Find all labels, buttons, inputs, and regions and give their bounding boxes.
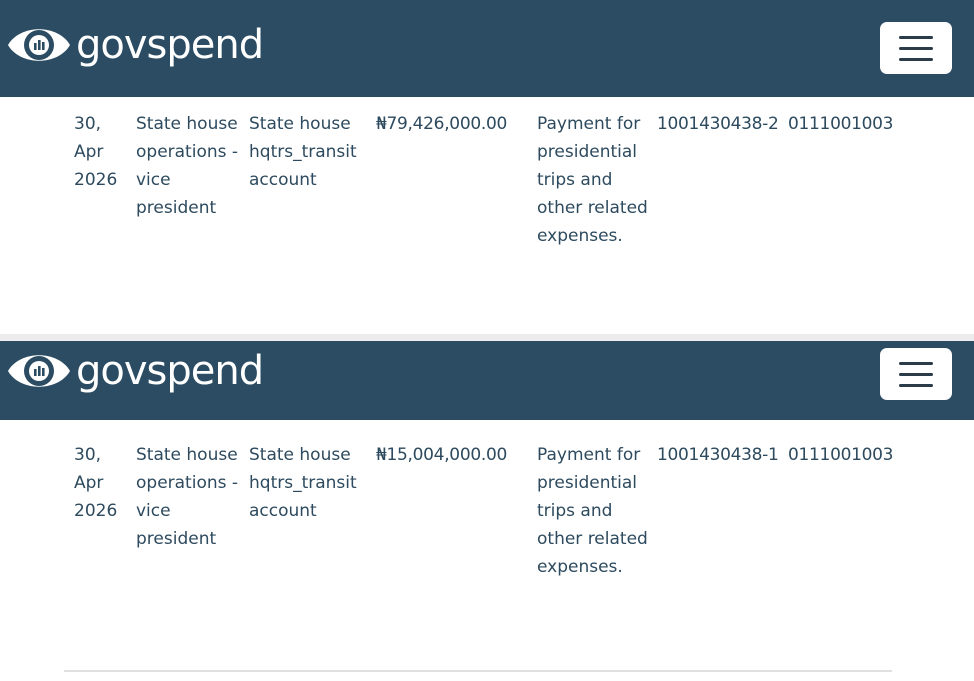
- code-cell: 0111001003: [788, 114, 894, 134]
- brand-logo[interactable]: govspend: [6, 346, 264, 396]
- date-cell: 30, Apr 2026: [74, 445, 118, 521]
- hamburger-menu-icon-line: [899, 46, 933, 50]
- divider: [64, 670, 892, 672]
- organization-cell: State house operations - vice president: [136, 445, 239, 549]
- amount-cell: ₦79,426,000.00: [376, 114, 507, 134]
- brand-logo[interactable]: govspend: [6, 20, 264, 70]
- hamburger-menu-icon: [899, 35, 933, 39]
- date-cell: 30, Apr 2026: [74, 114, 118, 190]
- screenshot-panel-1: govspend 30, Apr 2026 State house operat…: [0, 0, 974, 334]
- code-cell: 0111001003: [788, 445, 894, 465]
- screenshot-panel-2: govspend 30, Apr 2026 State house operat…: [0, 341, 974, 681]
- navbar: govspend: [0, 341, 974, 420]
- hamburger-menu-icon-line: [899, 372, 933, 376]
- account-cell: State house hqtrs_transit account: [249, 445, 357, 521]
- description-cell: Payment for presidential trips and other…: [537, 114, 648, 246]
- brand-name: govspend: [76, 348, 264, 394]
- hamburger-menu-button[interactable]: [880, 348, 952, 400]
- account-cell: State house hqtrs_transit account: [249, 114, 357, 190]
- description-cell: Payment for presidential trips and other…: [537, 445, 648, 577]
- hamburger-menu-icon-line: [899, 57, 933, 61]
- brand-name: govspend: [76, 22, 264, 68]
- hamburger-menu-icon: [899, 361, 933, 365]
- eye-chart-icon: [8, 355, 70, 387]
- navbar: govspend: [0, 0, 974, 97]
- eye-chart-icon: [8, 29, 70, 61]
- reference-cell: 1001430438-2: [657, 114, 779, 134]
- hamburger-menu-button[interactable]: [880, 22, 952, 74]
- organization-cell: State house operations - vice president: [136, 114, 239, 218]
- amount-cell: ₦15,004,000.00: [376, 445, 507, 465]
- screenshot-separator: [0, 334, 974, 341]
- reference-cell: 1001430438-1: [657, 445, 779, 465]
- hamburger-menu-icon-line: [899, 383, 933, 387]
